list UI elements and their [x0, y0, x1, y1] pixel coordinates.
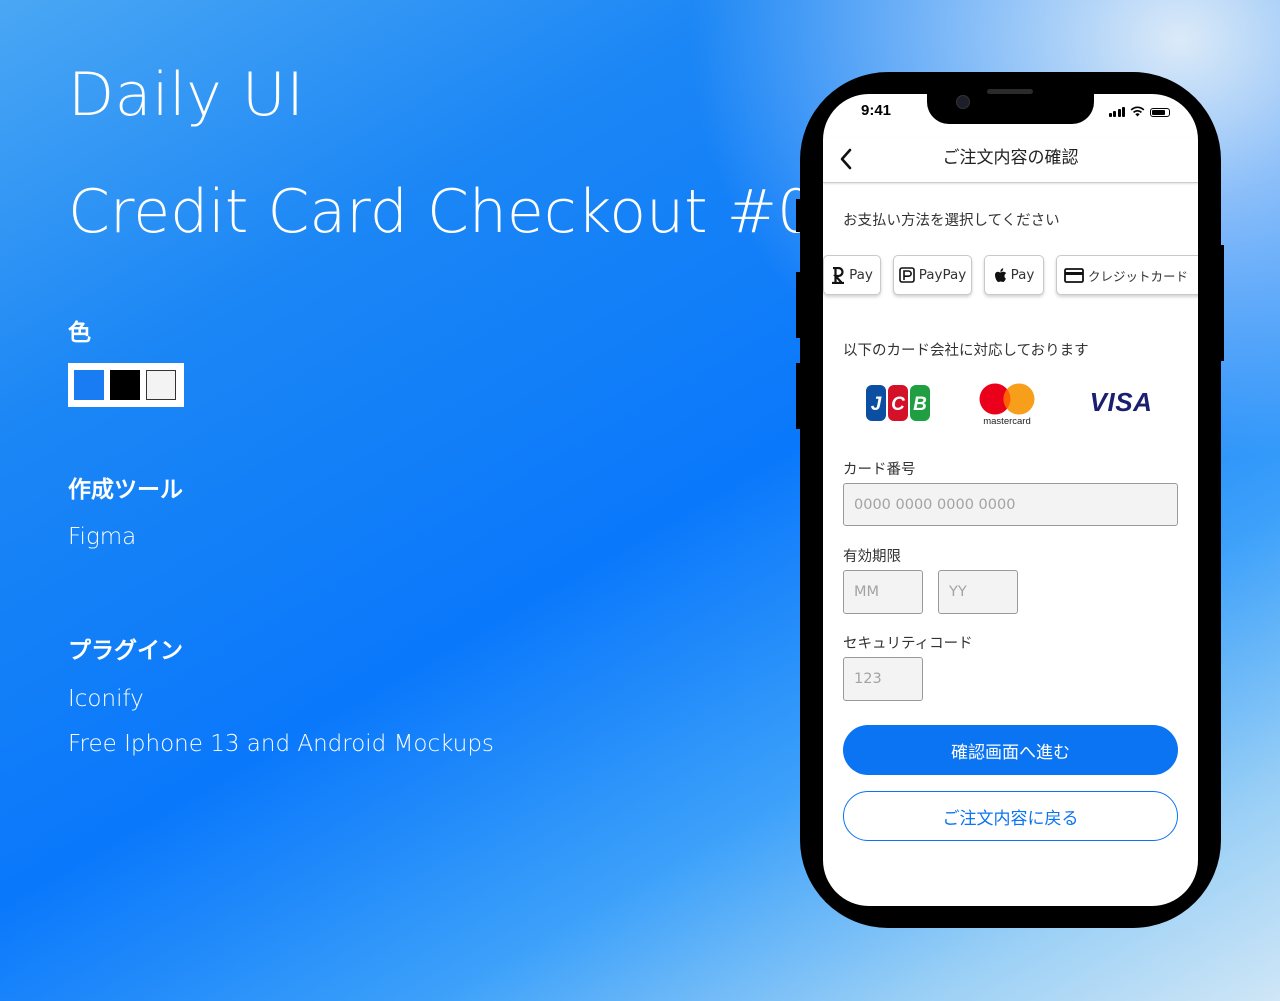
payment-label: PayPay: [918, 267, 967, 283]
card-number-label: カード番号: [843, 462, 916, 478]
expiry-year-input[interactable]: [938, 570, 1018, 614]
proceed-to-confirm-button[interactable]: 確認画面へ進む: [843, 725, 1178, 775]
color-swatch-light-gray: [146, 370, 176, 400]
apple-icon: [994, 267, 1006, 282]
security-code-label: セキュリティコード: [843, 636, 973, 652]
plugin-item: Iconify: [68, 686, 144, 712]
supported-cards-label: 以下のカード会社に対応しております: [843, 343, 1089, 359]
signal-icon: [1108, 107, 1125, 117]
credit-card-button[interactable]: クレジットカード: [1056, 255, 1198, 295]
card-number-input[interactable]: [843, 483, 1178, 526]
plugin-heading: プラグイン: [68, 638, 183, 664]
paypay-icon: [898, 267, 915, 283]
visa-logo: VISA: [1081, 387, 1161, 418]
color-swatches: [68, 363, 184, 407]
payment-label: Pay: [849, 267, 873, 283]
plugin-item: Free Iphone 13 and Android Mockups: [68, 731, 494, 757]
jcb-letter-j: J: [871, 394, 882, 415]
expiry-month-input[interactable]: [843, 570, 923, 614]
color-heading: 色: [68, 320, 91, 346]
tool-name: Figma: [68, 524, 137, 550]
payment-label: クレジットカード: [1088, 268, 1189, 284]
jcb-letter-c: C: [891, 394, 905, 415]
svg-text:VISA: VISA: [1090, 388, 1153, 417]
camera-icon: [956, 95, 970, 109]
tool-heading: 作成ツール: [68, 477, 183, 503]
status-time: 9:41: [861, 102, 892, 119]
status-icons: [1108, 106, 1170, 117]
back-to-order-label: ご注文内容に戻る: [942, 808, 1079, 829]
svg-text:mastercard: mastercard: [983, 416, 1031, 427]
payment-label: Pay: [1010, 267, 1035, 283]
rakuten-r-icon: [832, 266, 845, 284]
header-title: ご注文内容の確認: [942, 148, 1079, 168]
wifi-icon: [1130, 106, 1145, 117]
color-swatch-black: [110, 370, 140, 400]
color-swatch-blue: [74, 370, 104, 400]
security-code-input[interactable]: [843, 657, 923, 701]
page-title: Daily UI: [68, 60, 305, 130]
mastercard-logo: mastercard: [976, 382, 1038, 428]
jcb-logo: J C B: [866, 385, 930, 421]
jcb-letter-b: B: [913, 394, 927, 415]
rakuten-pay-button[interactable]: Pay: [823, 255, 881, 295]
back-to-order-button[interactable]: ご注文内容に戻る: [843, 791, 1178, 841]
phone-notch: [927, 91, 1094, 124]
proceed-button-label: 確認画面へ進む: [951, 742, 1070, 763]
phone-screen: 9:41 ご注文内容の確認 お支払い方法を選択してください Pay PayPay…: [823, 94, 1198, 906]
speaker-grille: [987, 89, 1033, 94]
nav-header: ご注文内容の確認: [823, 138, 1198, 183]
apple-pay-button[interactable]: Pay: [984, 255, 1044, 295]
expiry-label: 有効期限: [843, 549, 901, 565]
paypay-button[interactable]: PayPay: [893, 255, 972, 295]
page-subtitle: Credit Card Checkout #002: [68, 177, 892, 247]
battery-icon: [1150, 108, 1170, 117]
credit-card-icon: [1064, 267, 1084, 283]
payment-prompt: お支払い方法を選択してください: [843, 213, 1060, 229]
